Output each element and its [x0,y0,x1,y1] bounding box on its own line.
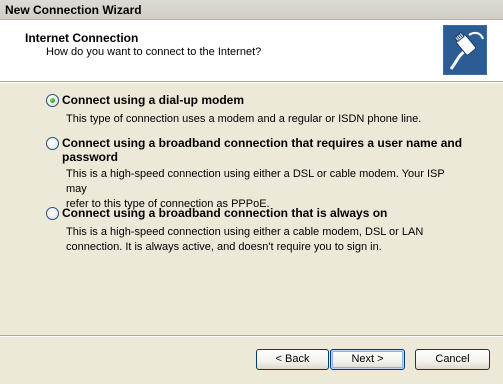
option-broadband-always-on-description: This is a high-speed connection using ei… [66,225,466,255]
description-line: This is a high-speed connection using ei… [66,168,445,195]
cancel-button[interactable]: Cancel [415,349,490,370]
radio-broadband-login[interactable] [46,137,59,150]
network-plug-icon [443,25,487,75]
header-divider [0,82,503,83]
page-subtitle: How do you want to connect to the Intern… [46,46,262,58]
radio-broadband-always-on[interactable] [46,207,59,220]
wizard-window: New Connection Wizard Internet Connectio… [0,0,503,384]
wizard-header: Internet Connection How do you want to c… [0,20,503,82]
next-button[interactable]: Next > [330,349,405,370]
radio-selected-dot [50,98,55,103]
back-button[interactable]: < Back [256,349,329,370]
description-line: This is a high-speed connection using ei… [66,226,424,238]
label-line: password [62,150,119,164]
option-broadband-always-on-label[interactable]: Connect using a broadband connection tha… [62,206,387,220]
radio-dialup[interactable] [46,94,59,107]
label-line: Connect using a broadband connection tha… [62,136,463,150]
description-line: This type of connection uses a modem and… [66,113,422,125]
title-bar[interactable]: New Connection Wizard [0,0,503,20]
description-line: connection. It is always active, and doe… [66,241,382,253]
page-title: Internet Connection [25,31,139,45]
footer-divider-highlight [0,336,503,337]
option-dialup-label[interactable]: Connect using a dial-up modem [62,93,244,107]
option-dialup-description: This type of connection uses a modem and… [66,112,466,127]
window-title: New Connection Wizard [5,3,142,17]
option-broadband-login-label[interactable]: Connect using a broadband connection tha… [62,136,462,164]
